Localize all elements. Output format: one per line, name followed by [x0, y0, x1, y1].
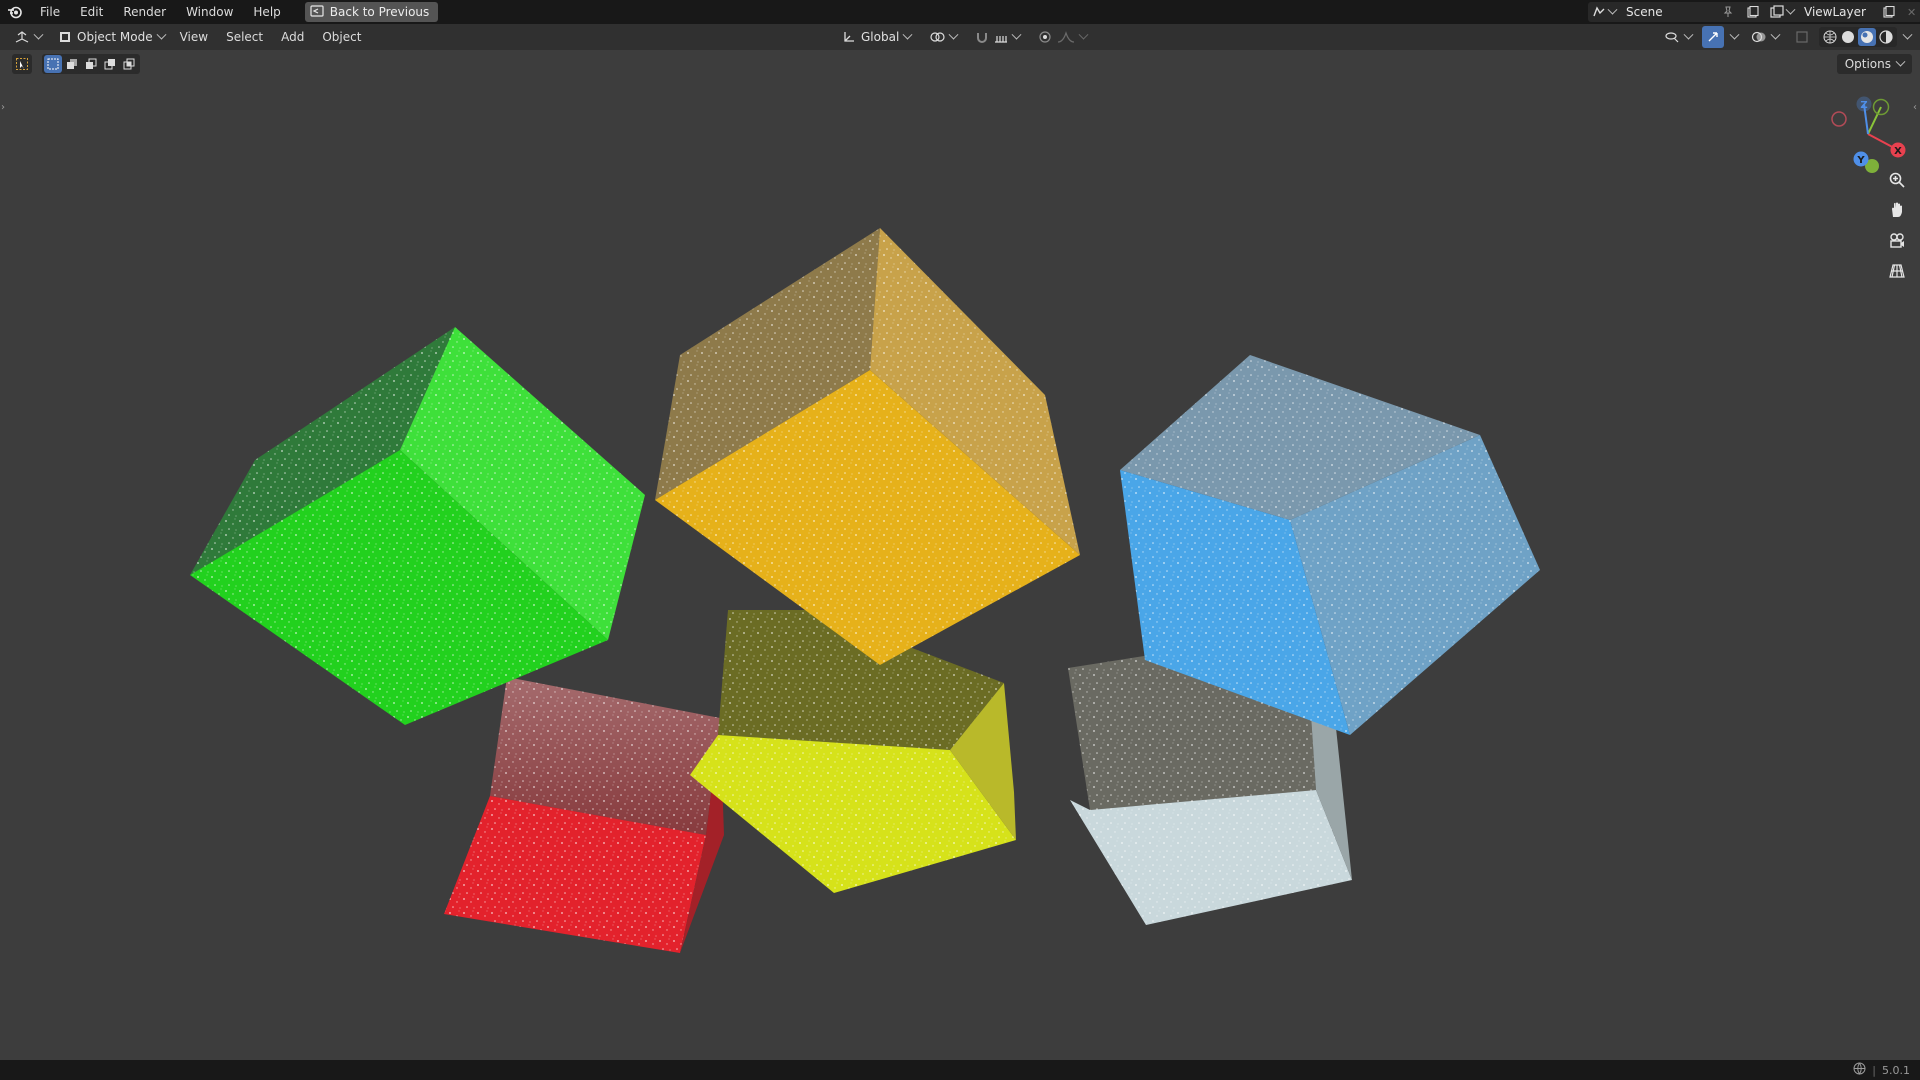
overlays-icon	[1751, 31, 1766, 43]
select-tool-icon[interactable]	[12, 54, 32, 74]
chevron-down-icon	[33, 29, 44, 40]
gizmo-y-label: Y	[1856, 155, 1865, 166]
material-preview-shading-icon[interactable]	[1858, 28, 1876, 46]
back-to-previous-label: Back to Previous	[329, 5, 430, 19]
snap-increment-icon	[995, 36, 1008, 43]
object-mode-icon	[60, 32, 70, 42]
chevron-down-icon	[1770, 29, 1781, 40]
scene-name-field[interactable]: Scene	[1620, 2, 1718, 22]
rendered-shading-icon[interactable]	[1878, 29, 1894, 45]
overlays-toggle[interactable]	[1745, 26, 1785, 48]
chevron-down-icon	[1902, 29, 1913, 40]
menu-window[interactable]: Window	[176, 0, 243, 24]
editor-type-button[interactable]	[8, 26, 48, 48]
gizmo-dropdown[interactable]	[1728, 26, 1741, 48]
scene-icon[interactable]	[1588, 2, 1620, 22]
version-label: 5.0.1	[1882, 1063, 1910, 1077]
gizmo-icon	[1708, 32, 1718, 42]
3d-viewport-icon	[15, 31, 29, 43]
chevron-down-icon	[1683, 29, 1694, 40]
select-new-icon[interactable]	[44, 55, 62, 73]
pan-hand-icon[interactable]	[1884, 197, 1910, 223]
menu-render[interactable]: Render	[113, 0, 176, 24]
chevron-down-icon	[1785, 4, 1796, 15]
falloff-curve-icon	[1058, 31, 1075, 43]
shading-dropdown[interactable]	[1901, 26, 1914, 48]
lime-cube[interactable]	[690, 610, 1016, 893]
viewport-header: Object Mode View Select Add Object Globa…	[0, 24, 1920, 50]
new-scene-icon[interactable]	[1742, 2, 1766, 22]
tool-select-group	[12, 53, 140, 75]
top-bar: File Edit Render Window Help Back to Pre…	[0, 0, 1920, 24]
zoom-icon[interactable]	[1884, 167, 1910, 193]
chevron-down-icon	[1729, 29, 1740, 40]
transform-orientation-dropdown[interactable]: Global	[836, 26, 917, 48]
chevron-down-icon	[1607, 4, 1618, 15]
menu-add[interactable]: Add	[272, 24, 313, 50]
gizmo-x-label: X	[1894, 146, 1902, 157]
snap-toggle[interactable]	[969, 26, 1026, 48]
transform-orientation-label: Global	[861, 30, 900, 44]
menu-object[interactable]: Object	[313, 24, 370, 50]
back-screen-icon	[310, 4, 324, 20]
viewlayer-name: ViewLayer	[1804, 5, 1866, 19]
wireframe-shading-icon[interactable]	[1822, 29, 1838, 45]
viewlayer-icon[interactable]	[1766, 2, 1798, 22]
magnet-icon	[977, 33, 988, 43]
gizmo-toggle[interactable]	[1702, 26, 1724, 48]
scene-render	[190, 228, 1540, 953]
visibility-dropdown[interactable]	[1658, 26, 1698, 48]
pin-icon[interactable]	[1718, 2, 1742, 22]
viewlayer-name-field[interactable]: ViewLayer	[1798, 2, 1878, 22]
pivot-point-dropdown[interactable]	[923, 26, 963, 48]
delete-viewlayer-icon[interactable]: ✕	[1902, 2, 1920, 22]
proportional-editing-icon	[1039, 31, 1051, 43]
pivot-icon	[930, 32, 945, 42]
options-label: Options	[1844, 57, 1891, 71]
object-mode-label: Object Mode	[77, 30, 153, 44]
camera-view-icon[interactable]	[1884, 228, 1910, 254]
scene-name: Scene	[1626, 5, 1663, 19]
toolbar-expand-icon[interactable]: ›	[1, 102, 5, 113]
select-subtract-icon[interactable]	[82, 55, 100, 73]
yellow-cube[interactable]	[655, 228, 1080, 665]
globe-icon[interactable]	[1853, 1062, 1866, 1078]
select-intersect-icon[interactable]	[120, 55, 138, 73]
chevron-down-icon	[1078, 29, 1089, 40]
blender-logo-icon[interactable]	[0, 0, 30, 24]
selectability-icon	[1665, 32, 1679, 43]
perspective-grid-icon[interactable]	[1884, 258, 1910, 284]
menu-file[interactable]: File	[30, 0, 70, 24]
red-cube[interactable]	[444, 677, 724, 953]
chevron-down-icon	[1895, 56, 1906, 67]
scene-selector[interactable]: Scene ✕	[1588, 2, 1786, 22]
back-to-previous-button[interactable]: Back to Previous	[304, 2, 439, 22]
status-divider: |	[1872, 1063, 1876, 1077]
status-bar: | 5.0.1	[0, 1060, 1920, 1080]
menu-help[interactable]: Help	[243, 0, 290, 24]
xray-toggle[interactable]	[1789, 26, 1815, 48]
chevron-down-icon	[948, 29, 959, 40]
viewlayer-selector[interactable]: ViewLayer ✕	[1766, 2, 1920, 22]
proportional-editing-toggle[interactable]	[1032, 26, 1093, 48]
solid-shading-icon[interactable]	[1840, 29, 1856, 45]
chevron-down-icon	[156, 29, 167, 40]
navigation-gizmo[interactable]: X Y Z	[1826, 92, 1910, 176]
menu-edit[interactable]: Edit	[70, 0, 113, 24]
select-extend-icon[interactable]	[63, 55, 81, 73]
sidebar-expand-icon[interactable]: ‹	[1913, 102, 1917, 113]
global-axes-icon	[844, 32, 854, 42]
object-mode-dropdown[interactable]: Object Mode	[52, 26, 171, 48]
xray-icon	[1796, 31, 1808, 43]
select-invert-icon[interactable]	[101, 55, 119, 73]
gizmo-z-label: Z	[1860, 100, 1867, 111]
3d-viewport[interactable]: › ‹ Options X Y Z	[0, 50, 1920, 1060]
options-dropdown[interactable]: Options	[1836, 54, 1912, 74]
new-viewlayer-icon[interactable]	[1878, 2, 1902, 22]
menu-view[interactable]: View	[171, 24, 217, 50]
menu-select[interactable]: Select	[217, 24, 272, 50]
chevron-down-icon	[902, 29, 913, 40]
green-cube[interactable]	[190, 327, 645, 725]
chevron-down-icon	[1011, 29, 1022, 40]
